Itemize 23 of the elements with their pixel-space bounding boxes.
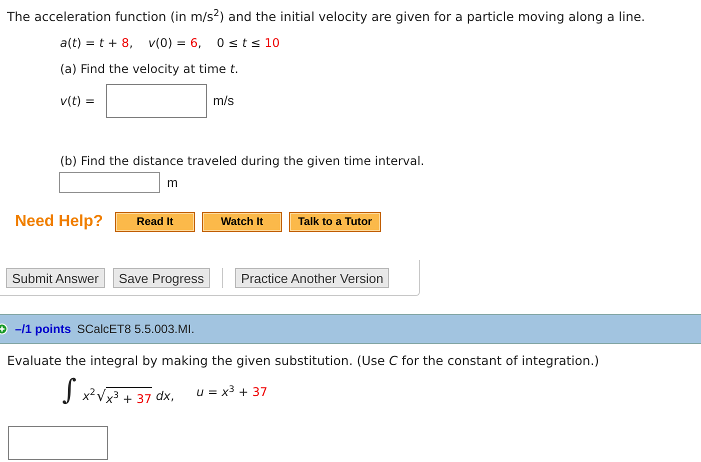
help-button[interactable]: Watch It bbox=[202, 212, 282, 232]
points-link[interactable]: –/1 points bbox=[15, 320, 72, 338]
expand-icon[interactable] bbox=[0, 323, 8, 335]
unit-label: m/s bbox=[213, 92, 234, 110]
help-button[interactable]: Talk to a Tutor bbox=[289, 212, 382, 232]
part-prompt: (b) Find the distance traveled during the given time interval. bbox=[59, 153, 426, 170]
action-button[interactable]: Save Progress bbox=[112, 268, 210, 288]
action-button[interactable]: Submit Answer bbox=[6, 268, 105, 288]
substitution-formula: u = x$^{3}$ + 37 bbox=[196, 384, 268, 401]
answer-field[interactable] bbox=[59, 172, 160, 193]
integral-sign: ∫ bbox=[62, 375, 77, 405]
unit-label: m bbox=[167, 174, 178, 192]
part-prompt: (a) Find the velocity at time t. bbox=[59, 61, 240, 78]
answer-field[interactable] bbox=[8, 426, 108, 460]
question-text: Evaluate the integral by making the given substitution. (Use C for the constant of integration.) bbox=[6, 352, 600, 370]
answer-label: v(t) = bbox=[60, 93, 96, 110]
help-button[interactable]: Read It bbox=[115, 212, 196, 232]
answer-field[interactable] bbox=[106, 84, 207, 118]
question-code: SCalcET8 5.5.003.MI. bbox=[77, 321, 194, 338]
question-text: The acceleration function (in m/s$^{2}$) and the initial velocity are given for a particle moving along a line. bbox=[6, 8, 646, 26]
help-title: Need Help? bbox=[15, 212, 104, 232]
action-button[interactable]: Practice Another Version bbox=[234, 268, 390, 288]
given-formula: a(t) = t + 8, v(0) = 6, 0 ≤ t ≤ 10 bbox=[59, 35, 281, 52]
